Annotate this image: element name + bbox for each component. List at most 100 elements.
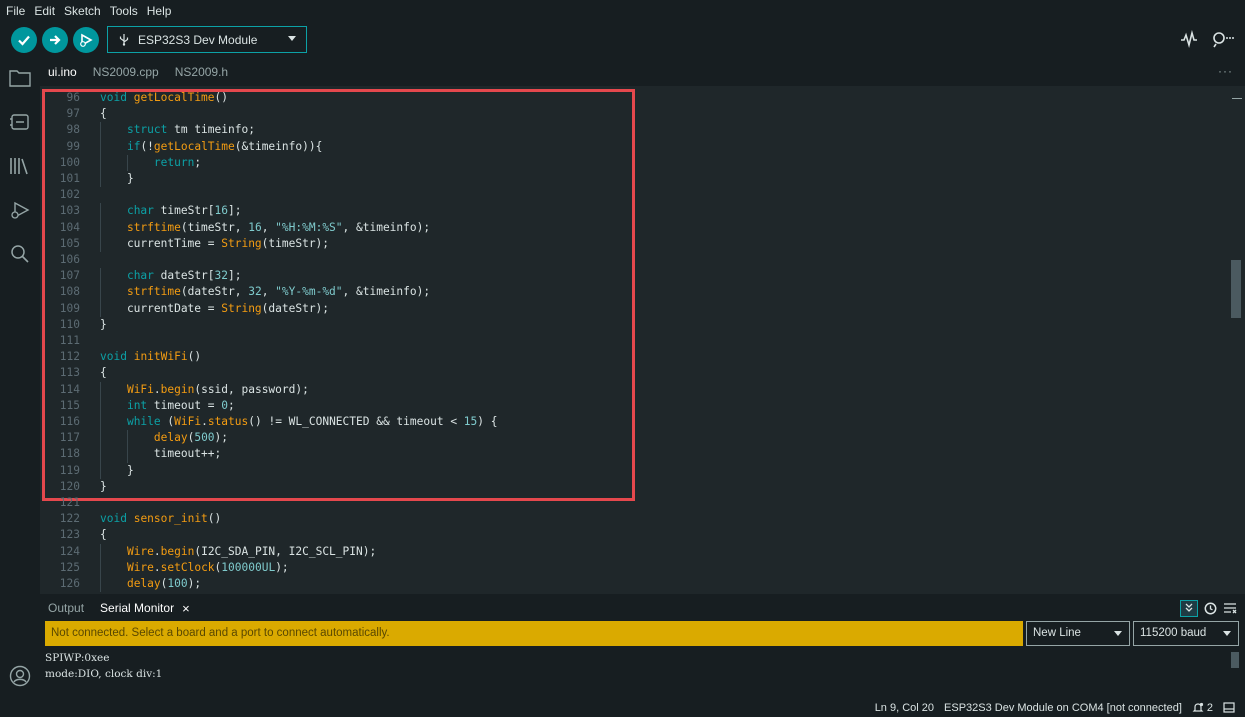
line-number: 103	[59, 204, 80, 218]
line-number: 125	[59, 560, 80, 574]
code-line[interactable]: 99 if(!getLocalTime(&timeinfo)){	[40, 139, 1230, 155]
baud-rate-select[interactable]: 115200 baud	[1133, 621, 1239, 646]
code-line[interactable]: 118 timeout++;	[40, 446, 1230, 462]
tab-ns2009-cpp[interactable]: NS2009.cpp	[85, 58, 167, 86]
code-text: void sensor_init()	[100, 512, 222, 526]
bell-icon	[1192, 702, 1204, 712]
notification-count: 2	[1206, 701, 1213, 714]
serial-plotter-button[interactable]	[1180, 29, 1198, 53]
arduino-ide-window: File Edit Sketch Tools Help ESP32S3 Dev …	[0, 0, 1245, 717]
code-line[interactable]: 110}	[40, 317, 1230, 333]
verify-button[interactable]	[11, 27, 37, 53]
code-line[interactable]: 114 WiFi.begin(ssid, password);	[40, 382, 1230, 398]
code-line[interactable]: 124 Wire.begin(I2C_SDA_PIN, I2C_SCL_PIN)…	[40, 544, 1230, 560]
code-editor[interactable]: 96 void getLocalTime() 97 {98 struct tm tim…	[40, 86, 1245, 594]
menu-edit[interactable]: Edit	[34, 4, 55, 18]
code-line[interactable]: 119 }	[40, 463, 1230, 479]
code-line[interactable]: 115 int timeout = 0;	[40, 398, 1230, 414]
search-icon[interactable]	[8, 242, 32, 266]
close-icon[interactable]: ×	[182, 601, 190, 616]
line-number: 111	[59, 334, 80, 347]
clock-icon[interactable]	[1204, 602, 1217, 615]
serial-monitor-button[interactable]	[1210, 30, 1234, 53]
toolbar: ESP32S3 Dev Module	[0, 22, 1245, 58]
code-line[interactable]: 97 {	[40, 106, 1230, 122]
code-line[interactable]: 96 void getLocalTime()	[40, 90, 1230, 106]
panel-tabs: Output Serial Monitor ×	[40, 596, 1245, 620]
code-text: int timeout = 0;	[126, 398, 235, 412]
upload-icon	[50, 35, 61, 45]
code-line[interactable]: 107 char dateStr[32];	[40, 268, 1230, 284]
debug-button[interactable]	[73, 27, 99, 53]
line-number: 100	[59, 155, 80, 169]
line-number: 97	[66, 107, 80, 121]
code-text: Wire.begin(I2C_SDA_PIN, I2C_SCL_PIN);	[126, 544, 377, 558]
not-connected-message[interactable]: Not connected. Select a board and a port…	[45, 621, 1023, 646]
code-line[interactable]: 103 char timeStr[16];	[40, 203, 1230, 219]
code-line[interactable]: 112 void initWiFi()	[40, 349, 1230, 365]
line-number: 114	[59, 382, 80, 396]
code-line[interactable]: 117 delay(500);	[40, 430, 1230, 446]
line-number: 123	[59, 528, 80, 542]
line-ending-select[interactable]: New Line	[1026, 621, 1130, 646]
tab-output[interactable]: Output	[40, 601, 92, 615]
code-line[interactable]: 126 delay(100);	[40, 576, 1230, 592]
code-line[interactable]: 104 strftime(timeStr, 16, "%H:%M:%S", &t…	[40, 220, 1230, 236]
code-line[interactable]: 102	[40, 187, 1230, 203]
code-text: currentDate = String(dateStr);	[100, 301, 330, 315]
code-line[interactable]: 98 struct tm timeinfo;	[40, 122, 1230, 138]
code-line[interactable]: 123 {	[40, 527, 1230, 543]
overview-ruler-mark	[1232, 98, 1242, 99]
code-line[interactable]: 108 strftime(dateStr, 32, "%Y-%m-%d", &t…	[40, 284, 1230, 300]
serial-plotter-icon	[1181, 29, 1197, 49]
notifications[interactable]: 2	[1192, 702, 1213, 714]
upload-button[interactable]	[42, 27, 68, 53]
menu-help[interactable]: Help	[147, 4, 172, 18]
code-line[interactable]: 105 currentTime = String(timeStr);	[40, 236, 1230, 252]
code-line[interactable]: 111	[40, 333, 1230, 349]
toggle-panel-icon[interactable]	[1223, 702, 1235, 713]
code-line[interactable]: 100 return;	[40, 155, 1230, 171]
panel-actions	[1180, 596, 1237, 620]
line-number: 101	[59, 172, 80, 185]
debug-icon[interactable]	[8, 198, 32, 222]
board-port-status[interactable]: ESP32S3 Dev Module on COM4 [not connecte…	[944, 702, 1182, 714]
account-icon[interactable]	[8, 664, 32, 688]
menu-sketch[interactable]: Sketch	[64, 4, 101, 18]
tab-ns2009-h[interactable]: NS2009.h	[167, 58, 236, 86]
autoscroll-toggle[interactable]	[1180, 599, 1198, 617]
code-text: {	[100, 366, 107, 380]
code-text: timeout++;	[100, 447, 222, 461]
board-selector[interactable]: ESP32S3 Dev Module	[107, 26, 307, 53]
serial-scrollbar[interactable]	[1231, 652, 1239, 668]
code-line[interactable]: 101 }	[40, 171, 1230, 187]
status-bar: Ln 9, Col 20 ESP32S3 Dev Module on COM4 …	[0, 698, 1245, 717]
code-line[interactable]: 121	[40, 495, 1230, 511]
line-number: 110	[59, 317, 80, 331]
cursor-position[interactable]: Ln 9, Col 20	[875, 702, 934, 714]
line-number: 96	[66, 91, 80, 104]
library-icon[interactable]	[8, 154, 32, 178]
code-line[interactable]: 116 while (WiFi.status() != WL_CONNECTED…	[40, 414, 1230, 430]
menu-tools[interactable]: Tools	[110, 4, 138, 18]
more-tabs-button[interactable]: ···	[1218, 64, 1233, 78]
code-line[interactable]: 125 Wire.setClock(100000UL);	[40, 560, 1230, 576]
serial-output[interactable]: SPIWP:0xee mode:DIO, clock div:1	[40, 650, 1230, 698]
code-line[interactable]: 109 currentDate = String(dateStr);	[40, 301, 1230, 317]
boards-manager-icon[interactable]	[8, 110, 32, 134]
code-line[interactable]: 120}	[40, 479, 1230, 495]
tab-serial-monitor[interactable]: Serial Monitor ×	[92, 601, 198, 616]
code-line[interactable]: 113 {	[40, 365, 1230, 381]
tab-ui-ino[interactable]: ui.ino	[40, 58, 85, 86]
code-line[interactable]: 106	[40, 252, 1230, 268]
code-text: void getLocalTime()	[100, 91, 229, 104]
folder-icon[interactable]	[8, 66, 32, 90]
clear-output-icon[interactable]	[1223, 602, 1237, 614]
code-text: while (WiFi.status() != WL_CONNECTED && …	[126, 415, 498, 428]
line-number: 109	[59, 301, 80, 315]
line-number: 108	[59, 285, 80, 299]
line-number: 107	[59, 269, 80, 283]
editor-scrollbar[interactable]	[1231, 260, 1241, 318]
menu-file[interactable]: File	[6, 4, 25, 18]
code-line[interactable]: 122 void sensor_init()	[40, 511, 1230, 527]
